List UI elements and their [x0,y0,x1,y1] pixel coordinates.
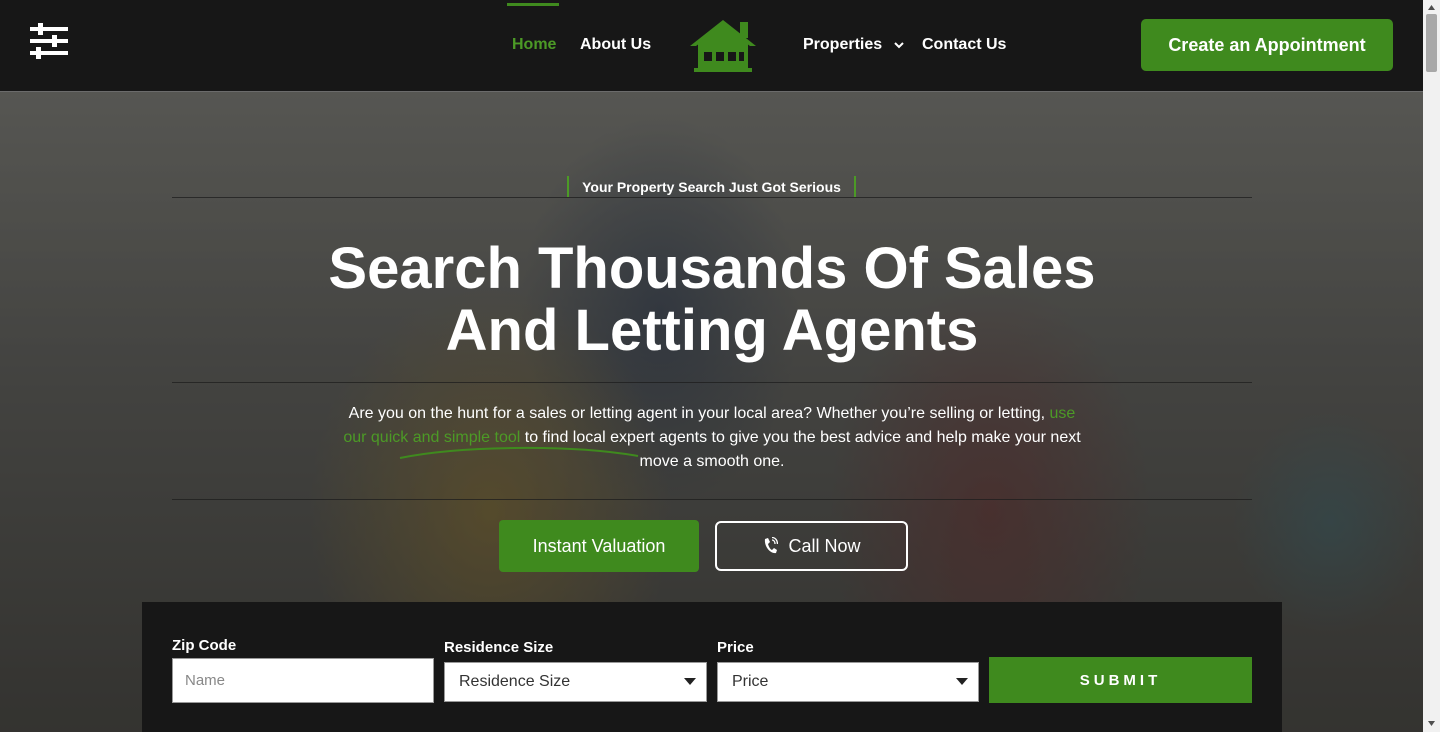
house-logo-icon [690,20,756,72]
page-scrollbar[interactable] [1423,0,1440,732]
price-value: Price [732,673,769,690]
divider-bottom [172,499,1252,500]
hero-description: Are you on the hunt for a sales or letti… [340,402,1084,474]
menu-toggle-button[interactable] [28,22,70,60]
hero-title-line1: Search Thousands Of Sales [328,236,1096,301]
scrollbar-thumb[interactable] [1426,14,1437,72]
nav-properties[interactable]: Properties [803,36,905,56]
divider-middle [172,382,1252,383]
hero-desc-part1: Are you on the hunt for a sales or letti… [348,405,1046,422]
call-now-button[interactable]: Call Now [715,521,908,571]
residence-size-select[interactable]: Residence Size [444,662,707,702]
hero-content: Your Property Search Just Got Serious Se… [0,92,1423,732]
create-appointment-button[interactable]: Create an Appointment [1141,19,1393,71]
hero-eyebrow: Your Property Search Just Got Serious [567,176,856,197]
phone-icon [765,537,779,554]
divider-top [172,197,1252,198]
hero-section: Your Property Search Just Got Serious Se… [0,92,1423,732]
submit-button[interactable]: SUBMIT [989,657,1252,703]
residence-size-value: Residence Size [459,673,571,690]
caret-down-icon [684,678,696,685]
underline-swoosh-decoration [399,446,639,459]
site-logo[interactable] [686,16,760,74]
nav-about[interactable]: About Us [580,36,651,56]
zip-code-label: Zip Code [172,637,237,654]
residence-size-label: Residence Size [444,639,554,656]
instant-valuation-button[interactable]: Instant Valuation [499,520,699,572]
hero-title: Search Thousands Of Sales And Letting Ag… [172,238,1252,362]
price-select[interactable]: Price [717,662,979,702]
hero-title-line2: And Letting Agents [445,298,979,363]
active-nav-indicator [507,3,559,6]
chevron-down-icon [893,42,904,49]
property-search-form: Zip Code Residence Size Residence Size P… [142,602,1282,732]
price-label: Price [717,639,754,656]
nav-home[interactable]: Home [512,36,556,56]
call-now-label: Call Now [788,535,861,556]
nav-properties-label: Properties [803,36,883,53]
sliders-icon [30,23,68,59]
scroll-up-arrow-icon[interactable] [1427,4,1436,11]
zip-code-input[interactable] [172,658,434,703]
scroll-down-arrow-icon[interactable] [1427,720,1436,727]
caret-down-icon [956,678,968,685]
site-header: Home About Us Properties Contact Us Crea… [0,0,1423,92]
nav-contact[interactable]: Contact Us [922,36,1006,56]
